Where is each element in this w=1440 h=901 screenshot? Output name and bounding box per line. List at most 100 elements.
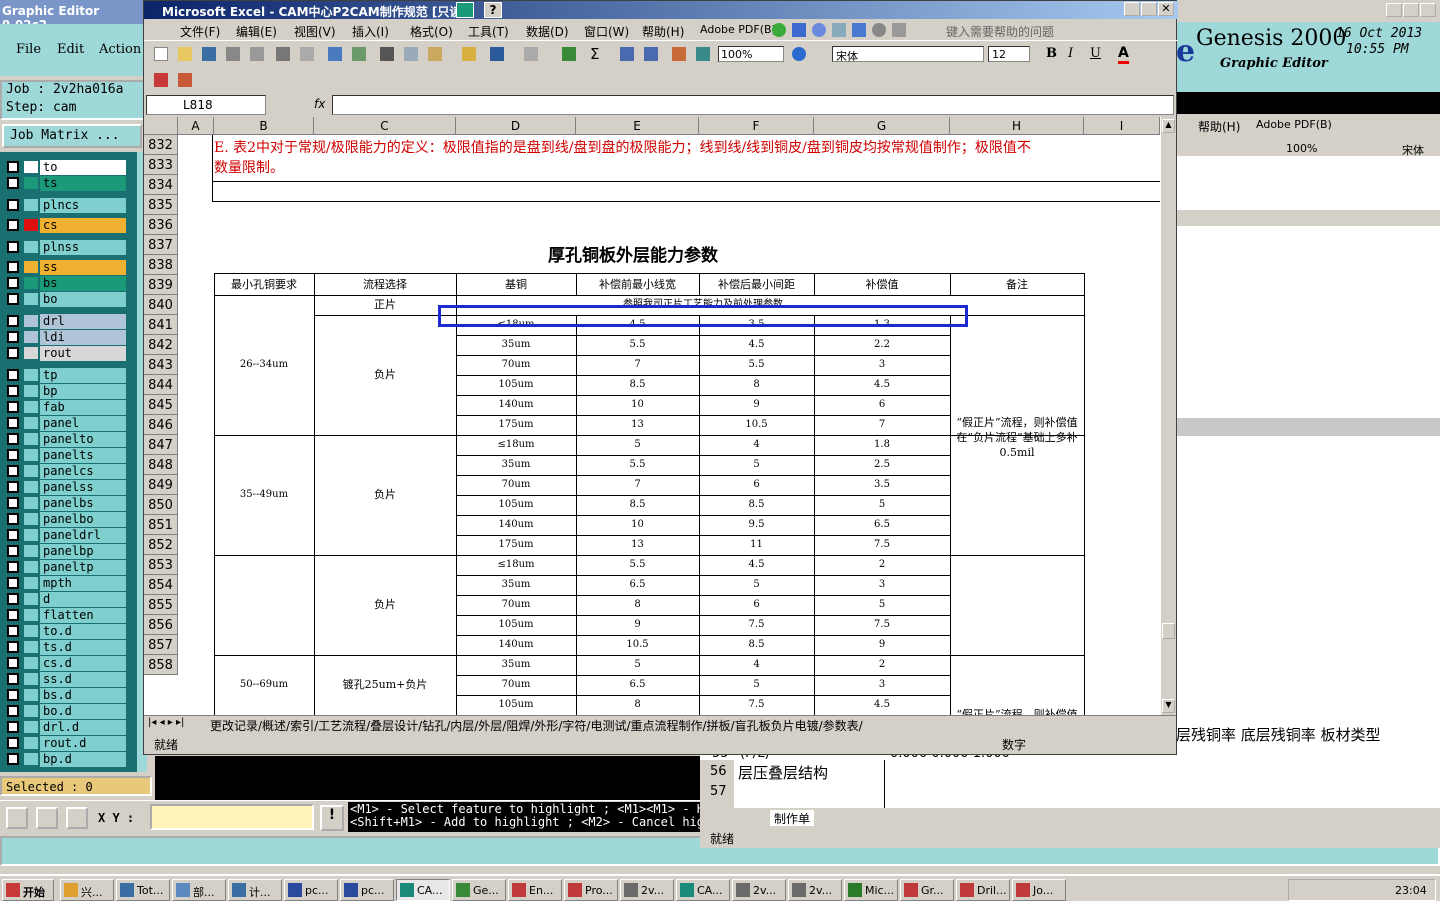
row-header-836[interactable]: 836: [144, 215, 178, 235]
row-header-847[interactable]: 847: [144, 435, 178, 455]
layer-name[interactable]: to.d: [40, 624, 126, 639]
job-matrix-button[interactable]: Job Matrix ...: [2, 124, 142, 148]
taskbar-item[interactable]: pc...: [284, 879, 338, 901]
layer-name[interactable]: ts.d: [40, 640, 126, 655]
warning-icon[interactable]: !: [320, 805, 344, 831]
layer-name[interactable]: panelts: [40, 448, 126, 463]
layer-row-flatten[interactable]: flatten: [4, 608, 126, 623]
layer-row-drl.d[interactable]: drl.d: [4, 720, 126, 735]
name-box[interactable]: L818: [146, 95, 266, 115]
menu-format-cn[interactable]: 格式(O): [410, 23, 453, 40]
scroll-down-icon[interactable]: ▼: [1162, 699, 1175, 713]
font-name-select[interactable]: 宋体: [832, 46, 984, 63]
row-header-855[interactable]: 855: [144, 595, 178, 615]
layer-checkbox[interactable]: [7, 199, 19, 211]
row-header-854[interactable]: 854: [144, 575, 178, 595]
taskbar-item[interactable]: CA...: [676, 879, 730, 901]
sort-ascending-icon[interactable]: [620, 47, 634, 61]
bold-icon[interactable]: B: [1046, 46, 1057, 61]
start-button[interactable]: 开始: [2, 879, 54, 901]
layer-checkbox[interactable]: [7, 529, 19, 541]
row-header-843[interactable]: 843: [144, 355, 178, 375]
grid-icon[interactable]: [66, 807, 88, 829]
row-header-839[interactable]: 839: [144, 275, 178, 295]
excel-close-icon[interactable]: ✕: [1158, 2, 1174, 16]
layer-row-panelto[interactable]: panelto: [4, 432, 126, 447]
layer-name[interactable]: cs: [40, 218, 126, 233]
layer-checkbox[interactable]: [7, 609, 19, 621]
menu-help-cn[interactable]: 帮助(H): [642, 23, 684, 40]
underline-icon[interactable]: U: [1090, 46, 1101, 61]
wubi-icon[interactable]: [792, 23, 806, 37]
excel2-tab[interactable]: 制作单: [770, 810, 815, 827]
layer-name[interactable]: bo: [40, 292, 126, 307]
zoom-icon[interactable]: [6, 807, 28, 829]
taskbar-item[interactable]: 2v...: [788, 879, 842, 901]
vertical-scrollbar[interactable]: ▲ ▼: [1160, 117, 1176, 715]
layer-checkbox[interactable]: [7, 753, 19, 765]
format-painter-icon[interactable]: [462, 47, 476, 61]
row-header-850[interactable]: 850: [144, 495, 178, 515]
layer-checkbox[interactable]: [7, 347, 19, 359]
taskbar-item[interactable]: Pro...: [564, 879, 618, 901]
layer-name[interactable]: paneldrl: [40, 528, 126, 543]
measure-icon[interactable]: [36, 807, 58, 829]
font-color-icon[interactable]: A: [1118, 45, 1129, 64]
layer-name[interactable]: d: [40, 592, 126, 607]
copy-icon[interactable]: [404, 47, 418, 61]
undo-icon[interactable]: [490, 47, 504, 61]
menu-adobe-pdf[interactable]: Adobe PDF(B): [700, 23, 776, 36]
permission-icon[interactable]: [226, 47, 240, 61]
menu-edit[interactable]: Edit: [57, 42, 84, 57]
layer-name[interactable]: bp.d: [40, 752, 126, 767]
maximize-icon[interactable]: [1403, 3, 1419, 17]
paste-icon[interactable]: [428, 47, 442, 61]
sheet-tabs[interactable]: |◂ ◂ ▸ ▸| 更改记录/概述/索引/工艺流程/叠层设计/钻孔/内层/外层/…: [144, 715, 1176, 733]
column-header-D[interactable]: D: [456, 117, 576, 135]
layer-checkbox[interactable]: [7, 513, 19, 525]
layer-checkbox[interactable]: [7, 657, 19, 669]
layer-row-panel[interactable]: panel: [4, 416, 126, 431]
menu-edit-cn[interactable]: 编辑(E): [236, 23, 277, 40]
layer-name[interactable]: flatten: [40, 608, 126, 623]
layer-row-plnss[interactable]: plnss: [4, 240, 126, 255]
layer-row-bs[interactable]: bs: [4, 276, 126, 291]
column-header-E[interactable]: E: [576, 117, 699, 135]
layer-name[interactable]: panelcs: [40, 464, 126, 479]
chart-wizard-icon[interactable]: [672, 47, 686, 61]
layer-name[interactable]: bp: [40, 384, 126, 399]
row-header-853[interactable]: 853: [144, 555, 178, 575]
layer-name[interactable]: ss: [40, 260, 126, 275]
taskbar-item[interactable]: 计...: [228, 879, 282, 901]
row-header-846[interactable]: 846: [144, 415, 178, 435]
taskbar-item[interactable]: Dril...: [956, 879, 1010, 901]
menu-view-cn[interactable]: 视图(V): [294, 23, 336, 40]
layer-name[interactable]: bs.d: [40, 688, 126, 703]
layer-name[interactable]: cs.d: [40, 656, 126, 671]
layer-checkbox[interactable]: [7, 721, 19, 733]
new-icon[interactable]: [154, 47, 168, 61]
menu-file-cn[interactable]: 文件(F): [180, 23, 220, 40]
row-header-858[interactable]: 858: [144, 655, 178, 675]
print-icon[interactable]: [276, 47, 290, 61]
layer-checkbox[interactable]: [7, 261, 19, 273]
layer-name[interactable]: mpth: [40, 576, 126, 591]
menu-insert-cn[interactable]: 插入(I): [352, 23, 389, 40]
layer-row-plncs[interactable]: plncs: [4, 198, 126, 213]
layer-name[interactable]: ss.d: [40, 672, 126, 687]
taskbar-item[interactable]: Mic...: [844, 879, 898, 901]
row-header-844[interactable]: 844: [144, 375, 178, 395]
taskbar-item[interactable]: CA...: [396, 879, 450, 901]
layer-checkbox[interactable]: [7, 177, 19, 189]
layer-row-cs.d[interactable]: cs.d: [4, 656, 126, 671]
hyperlink-icon[interactable]: [562, 47, 576, 61]
open-icon[interactable]: [178, 47, 192, 61]
menu-tools-cn[interactable]: 工具(T): [468, 23, 509, 40]
formula-bar[interactable]: [332, 95, 1174, 115]
layer-checkbox[interactable]: [7, 417, 19, 429]
layer-row-ts.d[interactable]: ts.d: [4, 640, 126, 655]
row-header-852[interactable]: 852: [144, 535, 178, 555]
wps-icon[interactable]: [456, 2, 474, 18]
layer-name[interactable]: panelbo: [40, 512, 126, 527]
layer-name[interactable]: panelbs: [40, 496, 126, 511]
